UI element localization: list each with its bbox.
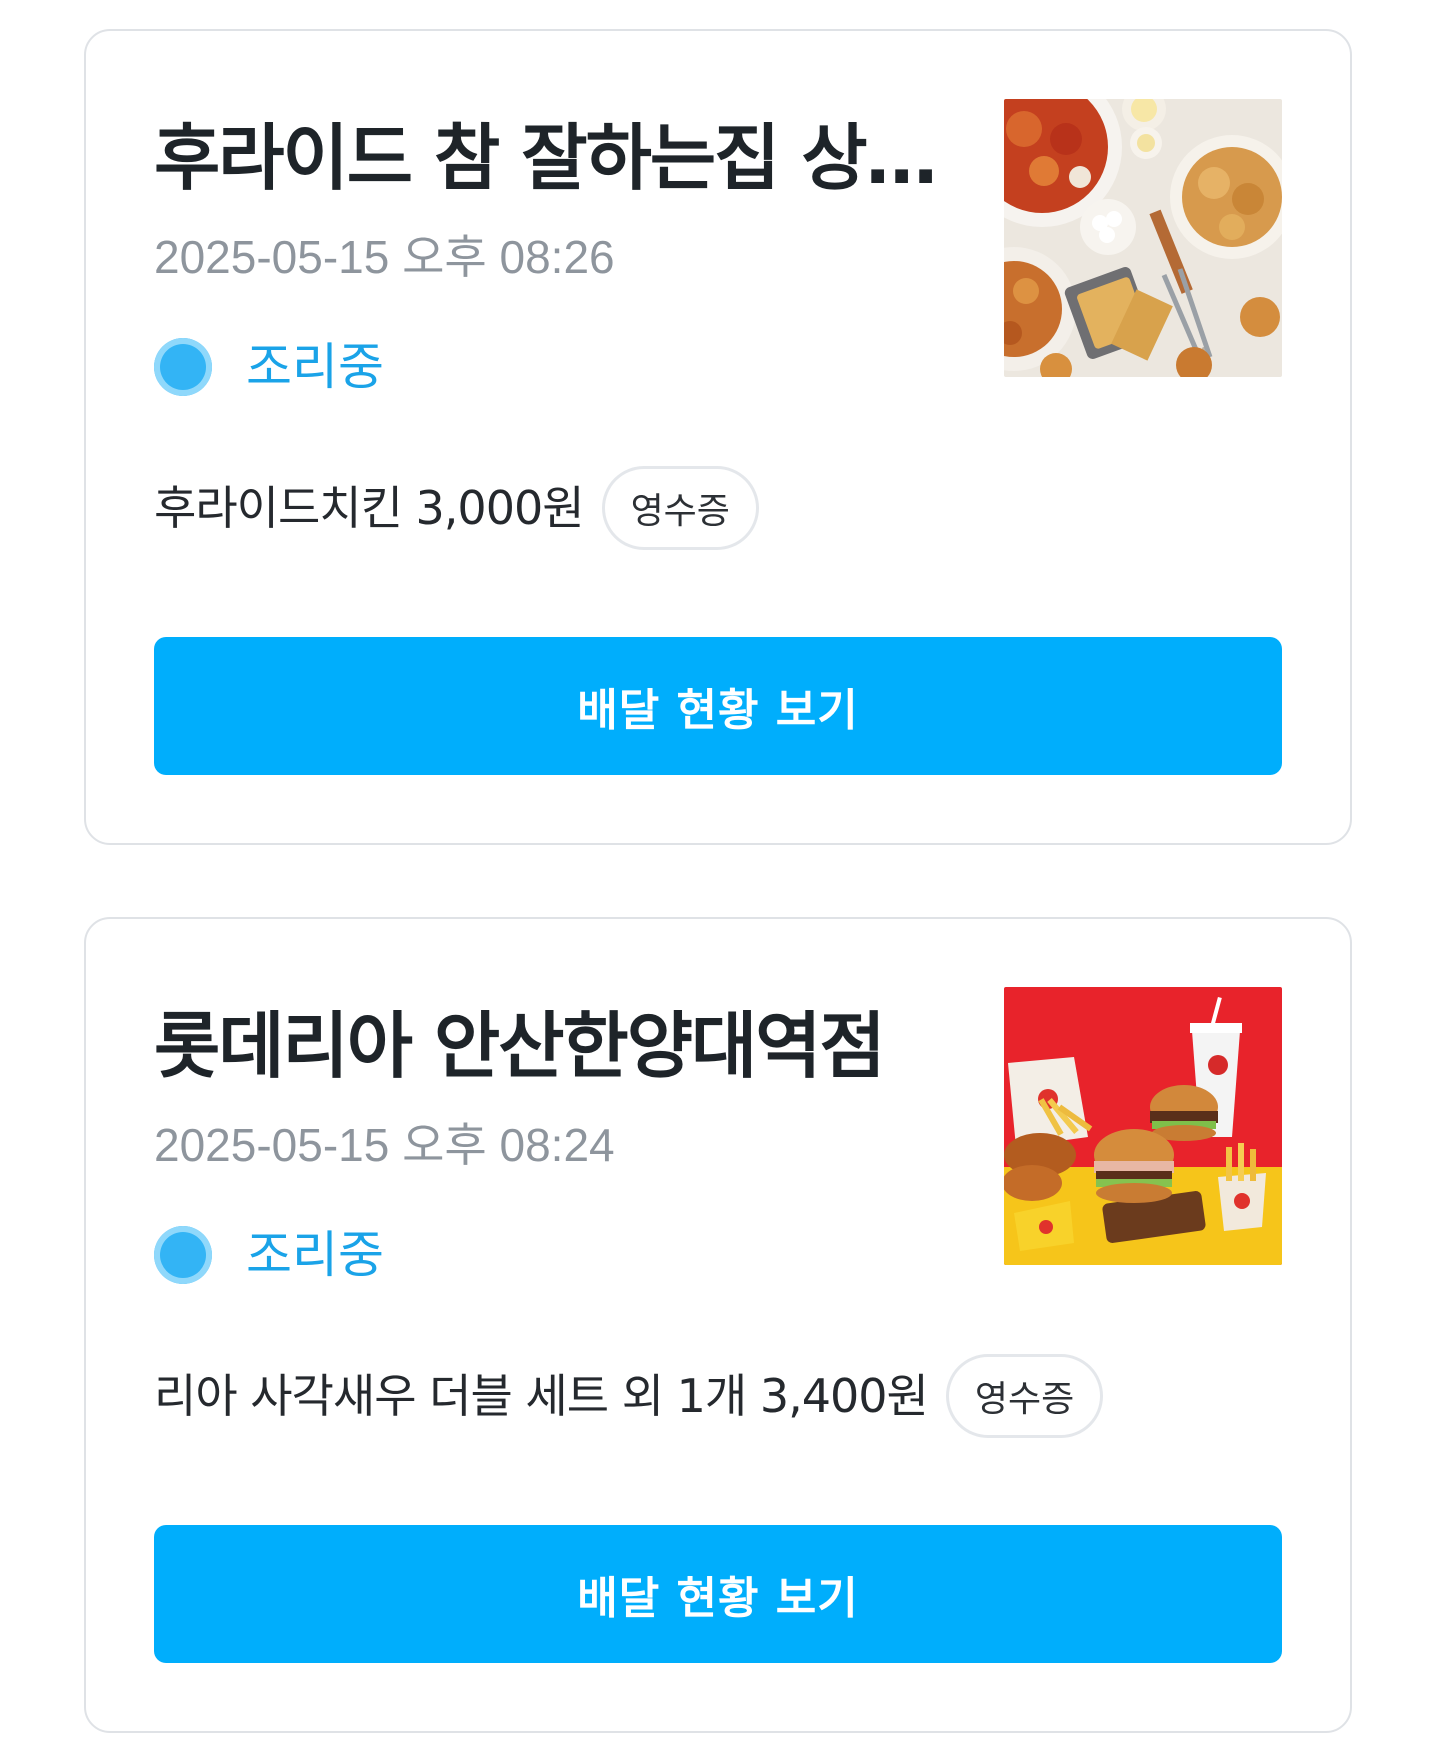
menu-line: 리아 사각새우 더블 세트 외 1개 3,400원 영수증 xyxy=(154,1351,1104,1441)
store-thumbnail-burger-image[interactable] xyxy=(1004,987,1282,1265)
order-date: 2025-05-15 오후 08:24 xyxy=(154,1119,615,1171)
order-status: 조리중 xyxy=(246,1226,384,1284)
order-card[interactable]: 후라이드 참 잘하는집 상… 2025-05-15 오후 08:26 조리중 후… xyxy=(84,29,1352,845)
menu-summary: 리아 사각새우 더블 세트 외 1개 3,400원 xyxy=(154,1369,929,1423)
order-date: 2025-05-15 오후 08:26 xyxy=(154,231,615,283)
order-status: 조리중 xyxy=(246,338,384,396)
view-delivery-status-button[interactable]: 배달 현황 보기 xyxy=(154,637,1282,775)
store-name[interactable]: 후라이드 참 잘하는집 상… xyxy=(154,113,980,203)
store-name[interactable]: 롯데리아 안산한양대역점 xyxy=(154,1001,980,1091)
view-delivery-status-button[interactable]: 배달 현황 보기 xyxy=(154,1525,1282,1663)
order-card[interactable]: 롯데리아 안산한양대역점 2025-05-15 오후 08:24 조리중 리아 … xyxy=(84,917,1352,1733)
menu-line: 후라이드치킨 3,000원 영수증 xyxy=(154,463,759,553)
store-thumbnail-chicken-image[interactable] xyxy=(1004,99,1282,377)
status-dot-icon xyxy=(154,1226,212,1284)
status-dot-icon xyxy=(154,338,212,396)
receipt-button[interactable]: 영수증 xyxy=(601,466,759,550)
receipt-button[interactable]: 영수증 xyxy=(945,1354,1104,1438)
menu-summary: 후라이드치킨 3,000원 xyxy=(154,481,585,535)
